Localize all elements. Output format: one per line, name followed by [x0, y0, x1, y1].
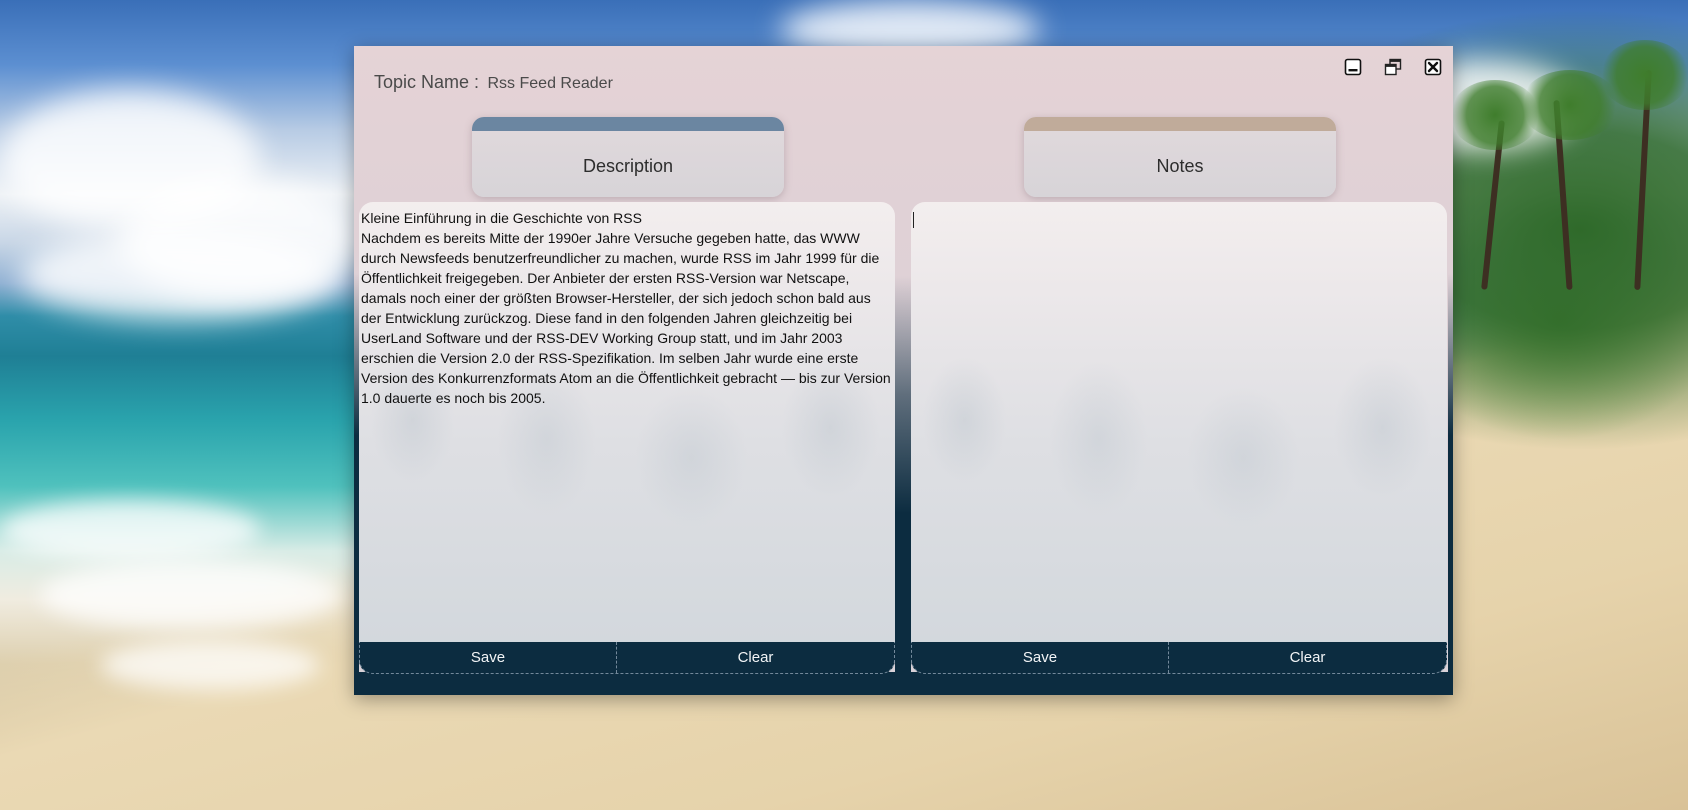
restore-button[interactable]	[1384, 58, 1402, 76]
notes-panel: Save Clear	[911, 202, 1447, 674]
notes-clear-button[interactable]: Clear	[1169, 642, 1446, 673]
description-text: Kleine Einführung in die Geschichte von …	[361, 208, 891, 408]
notes-save-button[interactable]: Save	[912, 642, 1169, 673]
description-header-accent	[472, 117, 784, 131]
description-header: Description	[472, 117, 784, 197]
notes-header-accent	[1024, 117, 1336, 131]
close-icon	[1424, 58, 1442, 76]
notes-header: Notes	[1024, 117, 1336, 197]
restore-icon	[1384, 58, 1402, 76]
text-caret	[913, 212, 914, 228]
topic-label: Topic Name :	[374, 72, 480, 92]
notes-header-title: Notes	[1156, 156, 1204, 176]
notes-action-bar: Save Clear	[911, 642, 1447, 674]
description-clear-button[interactable]: Clear	[617, 642, 894, 673]
description-save-button[interactable]: Save	[360, 642, 617, 673]
app-window: Topic Name : Rss Feed Reader Description…	[354, 46, 1453, 695]
topic-value: Rss Feed Reader	[487, 75, 613, 92]
description-line: Nachdem es bereits Mitte der 1990er Jahr…	[361, 230, 891, 406]
minimize-button[interactable]	[1344, 58, 1362, 76]
description-action-bar: Save Clear	[359, 642, 895, 674]
minimize-icon	[1344, 58, 1362, 76]
description-panel: Kleine Einführung in die Geschichte von …	[359, 202, 895, 674]
topic-title: Topic Name : Rss Feed Reader	[374, 72, 613, 93]
description-header-title: Description	[582, 156, 674, 176]
description-textarea[interactable]: Kleine Einführung in die Geschichte von …	[359, 202, 895, 642]
description-line: Kleine Einführung in die Geschichte von …	[361, 210, 642, 226]
window-footer	[354, 672, 1453, 695]
notes-textarea[interactable]	[911, 202, 1447, 642]
close-button[interactable]	[1424, 58, 1442, 76]
